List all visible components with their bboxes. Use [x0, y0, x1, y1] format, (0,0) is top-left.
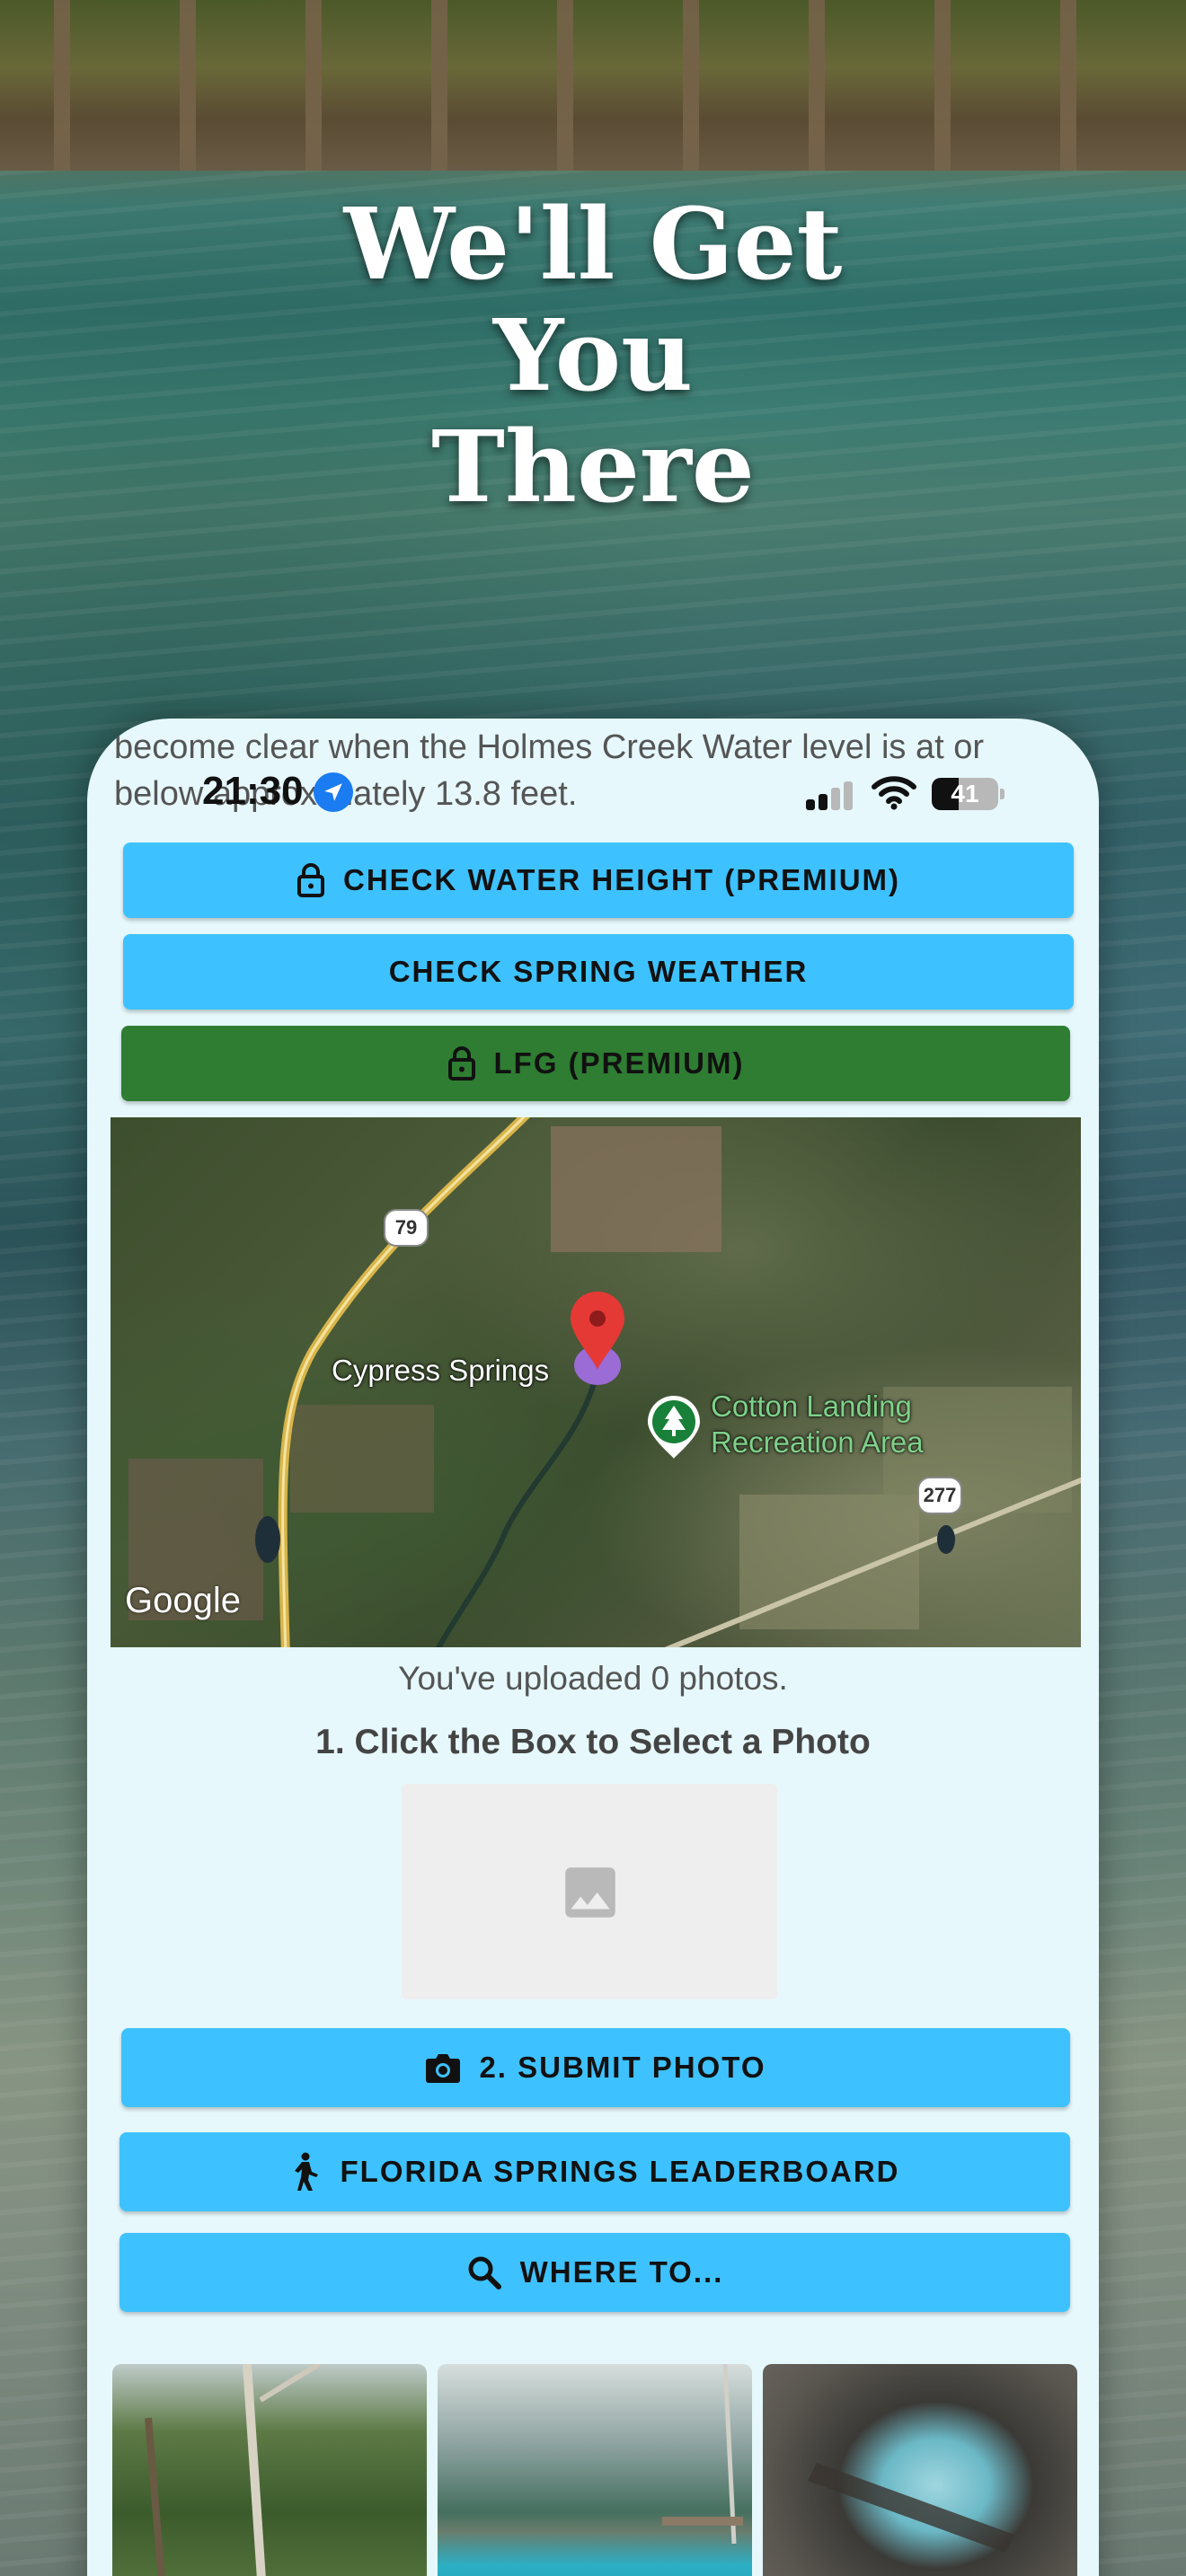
uploads-count-text: You've uploaded 0 photos. — [398, 1660, 788, 1697]
route-79-badge: 79 — [384, 1209, 429, 1247]
leaderboard-button[interactable]: FLORIDA SPRINGS LEADERBOARD — [119, 2132, 1070, 2211]
route-277-badge: 277 — [917, 1477, 962, 1514]
status-time: 21:30 — [202, 769, 304, 813]
check-water-height-button[interactable]: CHECK WATER HEIGHT (PREMIUM) — [123, 842, 1074, 918]
status-bar: 21:30 41 — [87, 763, 1099, 826]
submit-photo-label: 2. SUBMIT PHOTO — [479, 2051, 766, 2084]
phone-screenshot: become clear when the Holmes Creek Water… — [87, 719, 1099, 2576]
location-arrow-icon — [314, 772, 353, 812]
submit-photo-button[interactable]: 2. SUBMIT PHOTO — [121, 2028, 1070, 2107]
spring-thumbnail[interactable] — [438, 2364, 752, 2576]
headline-line-2: You — [492, 297, 694, 413]
search-icon — [466, 2254, 502, 2290]
image-placeholder-icon — [565, 1867, 615, 1918]
lfg-button[interactable]: LFG (PREMIUM) — [121, 1026, 1070, 1101]
cellular-signal-icon — [806, 780, 856, 810]
camera-icon — [425, 2051, 461, 2084]
headline-line-3: There — [431, 409, 755, 525]
battery-level: 41 — [951, 780, 979, 807]
battery-icon: 41 — [932, 778, 998, 810]
poi-label-line-2: Recreation Area — [711, 1425, 924, 1459]
app-screen: We'll Get You There become clear when th… — [0, 0, 1186, 2576]
headline-line-1: We'll Get — [343, 186, 843, 302]
poi-label: Cotton Landing Recreation Area — [711, 1389, 924, 1460]
leaderboard-label: FLORIDA SPRINGS LEADERBOARD — [340, 2155, 900, 2188]
headline: We'll Get You There — [0, 189, 1186, 523]
where-to-label: WHERE TO... — [519, 2255, 724, 2289]
spring-map[interactable]: 79 277 Cypress Springs Cotton Landing Re… — [111, 1117, 1081, 1647]
lfg-label: LFG (PREMIUM) — [493, 1046, 745, 1080]
spring-thumbnail[interactable] — [112, 2364, 427, 2576]
check-spring-weather-label: CHECK SPRING WEATHER — [388, 955, 809, 988]
select-photo-title: 1. Click the Box to Select a Photo — [315, 1723, 871, 1761]
poi-label-line-1: Cotton Landing — [711, 1389, 912, 1423]
lock-icon — [447, 1045, 476, 1081]
battery-cap — [1000, 789, 1005, 799]
background-trees — [0, 0, 1186, 171]
person-hiking-icon — [290, 2152, 323, 2192]
spring-thumbnail[interactable] — [763, 2364, 1077, 2576]
google-logo: Google — [125, 1581, 241, 1620]
park-tree-icon[interactable] — [646, 1394, 702, 1460]
photo-select-box[interactable] — [402, 1784, 777, 1999]
where-to-button[interactable]: WHERE TO... — [119, 2233, 1070, 2312]
lock-icon — [296, 862, 325, 898]
check-water-height-label: CHECK WATER HEIGHT (PREMIUM) — [342, 863, 901, 896]
spring-thumbnails — [112, 2364, 1077, 2576]
map-pin-label: Cypress Springs — [332, 1354, 550, 1387]
check-spring-weather-button[interactable]: CHECK SPRING WEATHER — [123, 934, 1074, 1010]
map-pin-icon[interactable] — [567, 1290, 628, 1389]
wifi-icon — [872, 776, 916, 810]
